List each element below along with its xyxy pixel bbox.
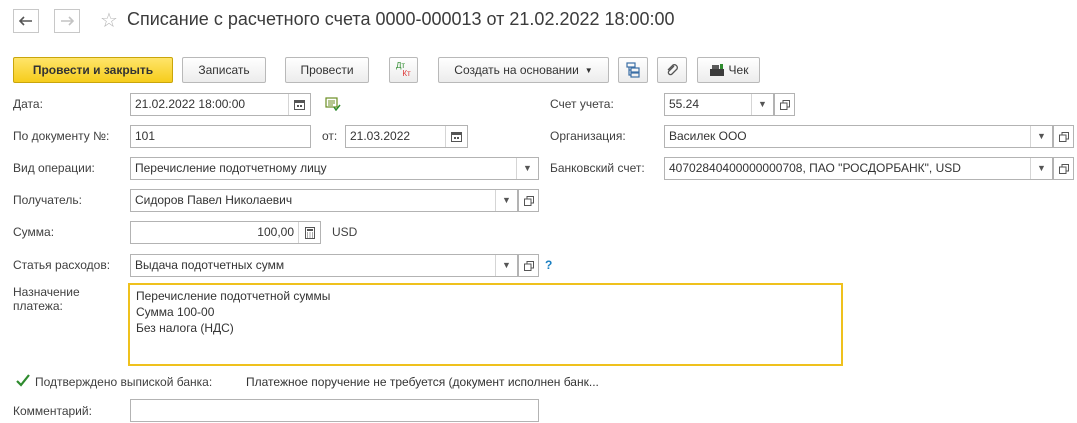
from-date-field[interactable]: 21.03.2022 <box>345 125 468 148</box>
purpose-line: Без налога (НДС) <box>136 321 234 335</box>
history-icon[interactable] <box>325 97 341 114</box>
open-window-icon <box>1058 163 1069 174</box>
expense-open-button[interactable] <box>518 254 539 277</box>
help-link[interactable]: ? <box>545 258 552 272</box>
open-window-icon <box>779 99 790 110</box>
create-based-on-button[interactable]: Создать на основании ▼ <box>438 57 609 83</box>
account-label: Счет учета: <box>550 97 614 111</box>
paperclip-icon <box>667 64 678 76</box>
operation-label: Вид операции: <box>13 161 95 175</box>
doc-num-field[interactable]: 101 <box>130 125 311 148</box>
save-button[interactable]: Записать <box>182 57 266 83</box>
page-title: Списание с расчетного счета 0000-000013 … <box>127 9 675 29</box>
purpose-line: Перечисление подотчетной суммы <box>136 289 331 303</box>
recipient-select[interactable]: Сидоров Павел Николаевич ▼ <box>130 189 518 212</box>
bank-select[interactable]: 40702840400000000708, ПАО "РОСДОРБАНК", … <box>664 157 1053 180</box>
receipt-button[interactable]: Чек <box>697 57 760 83</box>
checkmark-icon <box>16 374 30 387</box>
chevron-down-icon[interactable]: ▼ <box>1030 126 1052 147</box>
confirmed-checkbox[interactable] <box>15 373 31 389</box>
dt-kt-button[interactable]: Дт Кт <box>389 57 418 83</box>
dt-kt-icon: Дт Кт <box>395 61 411 78</box>
comment-label: Комментарий: <box>13 404 92 418</box>
chevron-down-icon[interactable]: ▼ <box>516 158 538 179</box>
from-label: от: <box>322 129 338 143</box>
confirmed-label: Подтверждено выпиской банка: <box>35 375 213 389</box>
purpose-label: Назначение платежа: <box>13 285 80 313</box>
amount-field[interactable]: 100,00 <box>130 221 321 244</box>
arrow-left-icon <box>19 16 32 26</box>
post-and-close-button[interactable]: Провести и закрыть <box>13 57 173 83</box>
chevron-down-icon: ▼ <box>584 65 593 75</box>
structure-button[interactable] <box>618 57 648 83</box>
forward-button[interactable] <box>54 9 80 33</box>
chevron-down-icon[interactable]: ▼ <box>495 190 517 211</box>
expense-select[interactable]: Выдача подотчетных сумм ▼ <box>130 254 518 277</box>
bank-open-button[interactable] <box>1053 157 1074 180</box>
recipient-label: Получатель: <box>13 193 82 207</box>
open-window-icon <box>523 260 534 271</box>
hierarchy-icon <box>626 62 640 78</box>
amount-label: Сумма: <box>13 225 55 239</box>
cash-register-icon <box>709 64 724 76</box>
chevron-down-icon[interactable]: ▼ <box>1030 158 1052 179</box>
post-button[interactable]: Провести <box>285 57 369 83</box>
purpose-textarea[interactable]: Перечисление подотчетной суммы Сумма 100… <box>128 283 843 366</box>
purpose-line: Сумма 100-00 <box>136 305 215 319</box>
account-select[interactable]: 55.24 ▼ <box>664 93 774 116</box>
date-field[interactable]: 21.02.2022 18:00:00 <box>130 93 311 116</box>
chevron-down-icon[interactable]: ▼ <box>495 255 517 276</box>
attach-button[interactable] <box>657 57 687 83</box>
date-label: Дата: <box>13 97 43 111</box>
account-open-button[interactable] <box>774 93 795 116</box>
back-button[interactable] <box>13 9 39 33</box>
calculator-icon[interactable] <box>298 222 320 243</box>
open-window-icon <box>1058 131 1069 142</box>
calendar-icon[interactable] <box>445 126 467 147</box>
doc-num-label: По документу №: <box>13 129 110 143</box>
open-window-icon <box>523 195 534 206</box>
currency-label: USD <box>332 225 358 239</box>
chevron-down-icon[interactable]: ▼ <box>751 94 773 115</box>
org-select[interactable]: Василек ООО ▼ <box>664 125 1053 148</box>
org-label: Организация: <box>550 129 626 143</box>
payment-order-link[interactable]: Платежное поручение не требуется (докуме… <box>246 375 599 389</box>
star-icon[interactable]: ☆ <box>100 8 118 33</box>
arrow-right-icon <box>61 16 74 26</box>
org-open-button[interactable] <box>1053 125 1074 148</box>
calendar-icon[interactable] <box>288 94 310 115</box>
recipient-open-button[interactable] <box>518 189 539 212</box>
comment-field[interactable] <box>130 399 539 422</box>
expense-label: Статья расходов: <box>13 258 111 272</box>
bank-label: Банковский счет: <box>550 161 645 175</box>
operation-select[interactable]: Перечисление подотчетному лицу ▼ <box>130 157 539 180</box>
